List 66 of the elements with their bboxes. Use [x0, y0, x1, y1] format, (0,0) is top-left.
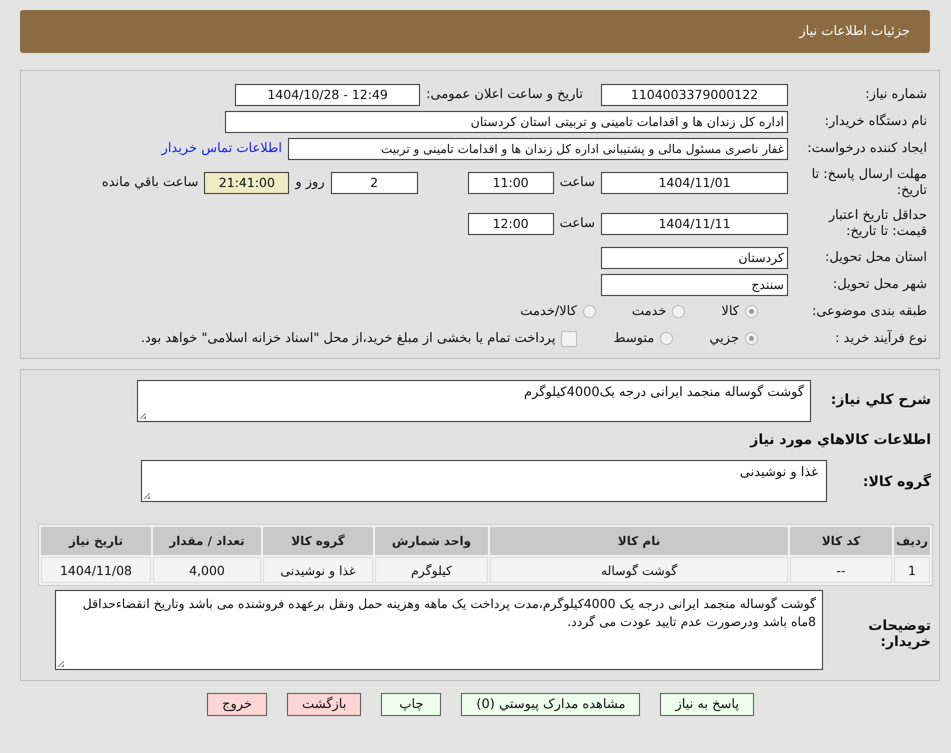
radio-label: متوسط — [613, 331, 654, 346]
radio-label: کالا/خدمت — [520, 304, 577, 319]
field-label: مهلت ارسال پاسخ: تا تاریخ: — [810, 166, 928, 198]
column-header: تاریخ نیاز — [41, 527, 151, 555]
field-label: حداقل تاریخ اعتبار قیمت: تا تاریخ: — [827, 208, 928, 240]
action-button[interactable]: پاسخ به نیاز — [660, 693, 754, 716]
table-cell: 1 — [894, 557, 930, 583]
column-header: ردیف — [894, 527, 930, 555]
requester-field: غفار ناصری مسئول مالی و پشتیبانی اداره کل زندان ها و اقدامات تامینی و تربیت — [288, 138, 788, 160]
checkbox-label: پرداخت تمام یا بخشی از مبلغ خرید،از محل "اسناد خزانه اسلامی" خواهد بود. — [140, 331, 556, 346]
table-cell: کیلوگرم — [375, 557, 488, 583]
remaining-time-field: 21:41:00 — [204, 172, 290, 194]
description-textarea[interactable]: گوشت گوساله منجمد ایرانی درجه یک4000کیلوگرم — [137, 380, 811, 422]
table-cell: 1404/11/08 — [41, 557, 151, 583]
radio-button[interactable] — [672, 305, 686, 318]
days-field: 2 — [330, 172, 418, 194]
column-header: کد کالا — [790, 527, 892, 555]
column-header: واحد شمارش — [375, 527, 488, 555]
column-header: تعداد / مقدار — [153, 527, 261, 555]
radio-label: کالا — [721, 304, 739, 319]
radio-button[interactable] — [582, 305, 596, 318]
buyer-notes-textarea[interactable]: گوشت گوساله منجمد ایرانی درجه یک 4000کیلوگرم،مدت پرداخت یک ماهه وهزینه حمل ونقل برعهده فروشنده می باشد وتاریخ انقضاءحداقل 8ماه باشد ودرصورت عدم تایید عودت می گردد. — [55, 590, 823, 670]
action-button[interactable]: چاپ — [381, 693, 442, 716]
time-label: ساعت — [560, 216, 595, 231]
action-button[interactable]: مشاهده مدارک پیوستي (0) — [461, 693, 640, 716]
announce-date-field: 1404/10/28 - 12:49 — [235, 84, 420, 106]
field-label: شهر محل تحویل: — [832, 277, 928, 292]
radio-button[interactable] — [745, 332, 758, 345]
goods-group-textarea[interactable]: غذا و نوشیدنی — [141, 460, 827, 502]
action-button[interactable]: بازگشت — [286, 693, 362, 716]
table-cell: غذا و نوشیدنی — [263, 557, 373, 583]
field-label: نام دستگاه خریدار: — [824, 114, 928, 129]
field-label: گروه کالا: — [862, 472, 932, 490]
section-heading: اطلاعات کالاهاي مورد نیاز — [748, 431, 932, 448]
table-cell: 4,000 — [153, 557, 261, 583]
province-field: کردستان — [601, 246, 788, 268]
field-label: شرح کلي نیاز: — [830, 391, 932, 408]
table-cell: -- — [790, 557, 892, 583]
remaining-label: ساعت باقي مانده — [102, 175, 198, 190]
field-label: تاریخ و ساعت اعلان عمومی: — [426, 87, 583, 102]
field-label: طبقه بندی موضوعی: — [810, 304, 928, 319]
radio-label: خدمت — [632, 304, 666, 319]
radio-button[interactable] — [745, 305, 758, 318]
deadline-time-field: 11:00 — [468, 172, 554, 194]
deadline-date-field: 1404/11/01 — [601, 172, 788, 194]
page-title: جزئیات اطلاعات نیاز — [799, 24, 910, 39]
field-label: شماره نیاز: — [864, 87, 928, 102]
field-label: توضیحات خریدار: — [867, 617, 932, 650]
column-header: گروه کالا — [263, 527, 373, 555]
field-label: استان محل تحویل: — [824, 250, 928, 265]
column-header: نام کالا — [490, 527, 788, 555]
radio-label: جزيي — [709, 331, 739, 346]
buyer-contact-link[interactable]: اطلاعات تماس خریدار — [162, 141, 282, 156]
buyer-org-field: اداره کل زندان ها و اقدامات تامینی و تربیتی استان کردستان — [225, 110, 788, 132]
field-label: نوع فرآیند خرید : — [834, 331, 928, 346]
radio-button[interactable] — [660, 332, 674, 345]
table-cell: گوشت گوساله — [490, 557, 788, 583]
time-label: ساعت — [560, 175, 595, 190]
city-field: سنندج — [601, 274, 788, 296]
action-button[interactable]: خروج — [207, 693, 267, 716]
validity-time-field: 12:00 — [468, 212, 554, 234]
need-number-field: 1104003379000122 — [601, 84, 788, 106]
validity-date-field: 1404/11/11 — [601, 212, 788, 234]
days-label: روز و — [295, 175, 325, 190]
field-label: ایجاد کننده درخواست: — [806, 141, 928, 156]
checkbox[interactable] — [561, 330, 578, 346]
